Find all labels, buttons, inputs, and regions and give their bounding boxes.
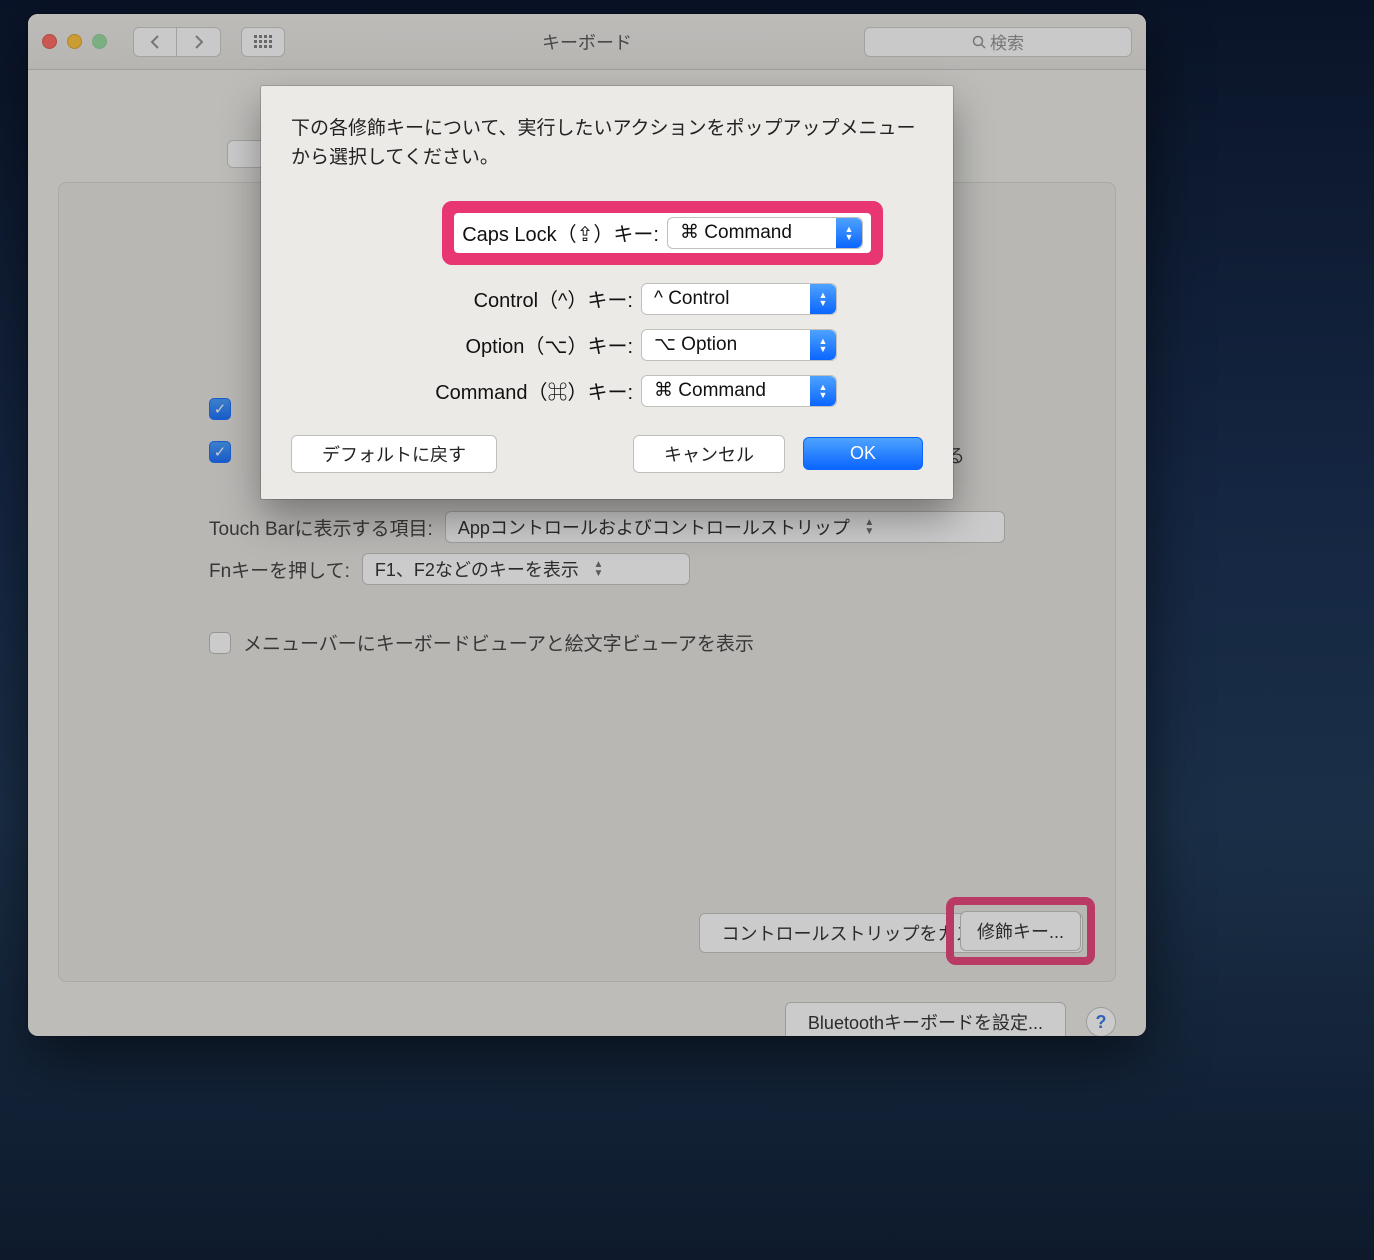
modifier-keys-highlight: 修飾キー... <box>946 897 1095 965</box>
command-select-value: ⌘ Command <box>654 379 766 402</box>
under-panel-row: Bluetoothキーボードを設定... ? <box>58 1002 1116 1036</box>
fn-label: Fnキーを押して: <box>209 556 350 583</box>
control-label: Control（^）キー: <box>474 284 633 313</box>
cancel-button[interactable]: キャンセル <box>633 435 785 473</box>
command-select[interactable]: ⌘ Command ▲▼ <box>641 375 837 407</box>
fn-popup-value: F1、F2などのキーを表示 <box>375 556 579 582</box>
touchbar-popup[interactable]: Appコントロールおよびコントロールストリップ ▲▼ <box>445 511 1005 543</box>
menubar-viewer-label: メニューバーにキーボードビューアと絵文字ビューアを表示 <box>243 629 754 656</box>
titlebar: キーボード 検索 <box>28 14 1146 70</box>
search-placeholder: 検索 <box>990 29 1024 54</box>
nav-forward-button[interactable] <box>177 27 221 57</box>
menubar-viewer-checkbox[interactable] <box>209 632 231 654</box>
search-field[interactable]: 検索 <box>864 27 1132 57</box>
checkbox-checked-2[interactable]: ✓ <box>209 441 231 463</box>
ok-button[interactable]: OK <box>803 437 923 470</box>
help-button[interactable]: ? <box>1086 1007 1116 1036</box>
modifier-keys-sheet: 下の各修飾キーについて、実行したいアクションをポップアップメニューから選択してく… <box>261 86 953 499</box>
checkbox-checked-1[interactable]: ✓ <box>209 398 231 420</box>
caret-icon: ▲▼ <box>810 376 836 406</box>
search-icon <box>972 35 986 49</box>
traffic-lights <box>42 34 107 49</box>
touchbar-label: Touch Barに表示する項目: <box>209 514 433 541</box>
fn-popup[interactable]: F1、F2などのキーを表示 ▲▼ <box>362 553 690 585</box>
minimize-window-button[interactable] <box>67 34 82 49</box>
option-label: Option（⌥）キー: <box>465 330 633 359</box>
caret-icon: ▲▼ <box>810 330 836 360</box>
stepper-icon: ▲▼ <box>589 557 608 581</box>
capslock-select-value: ⌘ Command <box>680 221 792 244</box>
show-all-button[interactable] <box>241 27 285 57</box>
option-select-value: ⌥ Option <box>654 333 737 356</box>
sheet-buttons: デフォルトに戻す キャンセル OK <box>291 435 923 473</box>
command-label: Command（⌘）キー: <box>435 376 633 405</box>
close-window-button[interactable] <box>42 34 57 49</box>
control-select[interactable]: ^ Control ▲▼ <box>641 283 837 315</box>
caret-icon: ▲▼ <box>836 218 862 248</box>
window-title: キーボード <box>542 29 632 55</box>
bluetooth-keyboard-button[interactable]: Bluetoothキーボードを設定... <box>785 1002 1066 1036</box>
restore-defaults-button[interactable]: デフォルトに戻す <box>291 435 497 473</box>
capslock-row-highlight: Caps Lock（⇪）キー: ⌘ Command ▲▼ <box>442 201 883 265</box>
touchbar-popup-value: Appコントロールおよびコントロールストリップ <box>458 514 850 540</box>
nav-back-button[interactable] <box>133 27 177 57</box>
grid-icon <box>254 35 272 48</box>
stepper-icon: ▲▼ <box>860 515 879 539</box>
capslock-select[interactable]: ⌘ Command ▲▼ <box>667 217 863 249</box>
capslock-label: Caps Lock（⇪）キー: <box>462 218 659 247</box>
zoom-window-button[interactable] <box>92 34 107 49</box>
option-select[interactable]: ⌥ Option ▲▼ <box>641 329 837 361</box>
nav-group <box>133 27 221 57</box>
modifier-keys-button[interactable]: 修飾キー... <box>960 911 1081 951</box>
control-select-value: ^ Control <box>654 288 729 310</box>
caret-icon: ▲▼ <box>810 284 836 314</box>
sheet-description: 下の各修飾キーについて、実行したいアクションをポップアップメニューから選択してく… <box>291 114 923 173</box>
